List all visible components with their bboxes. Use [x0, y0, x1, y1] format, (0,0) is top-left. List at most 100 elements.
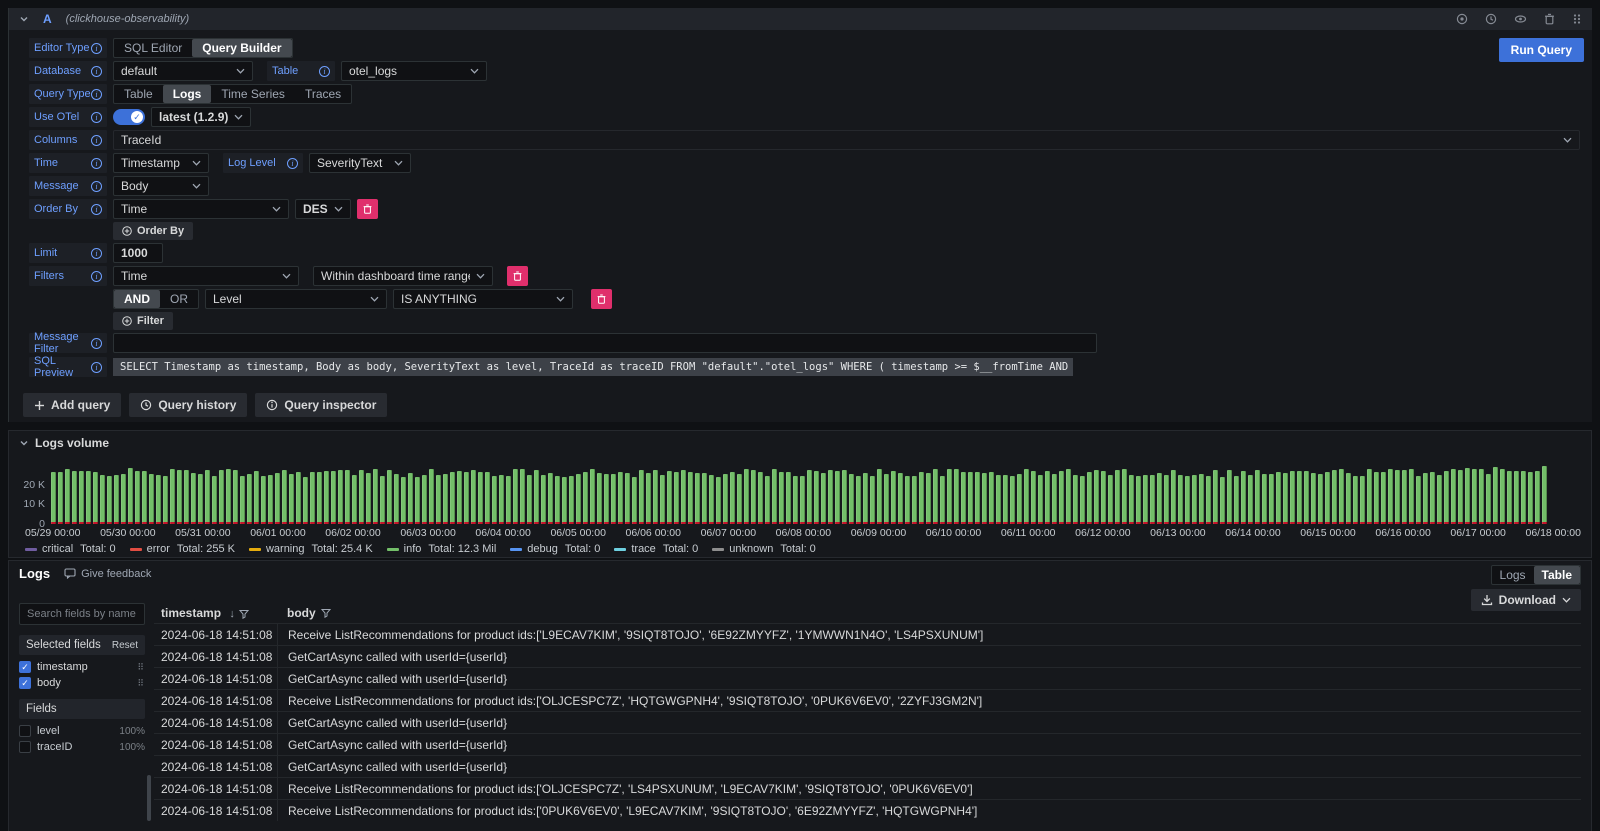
sort-desc-icon[interactable]: ↓: [229, 608, 235, 620]
message-column-select[interactable]: Body: [113, 176, 209, 196]
duplicate-query-icon[interactable]: [1456, 13, 1468, 25]
filter-field-select[interactable]: Time: [113, 266, 299, 286]
drag-handle-icon[interactable]: ⠿: [137, 664, 145, 670]
logs-volume-header[interactable]: Logs volume: [9, 431, 1591, 455]
volume-bar: [1129, 475, 1134, 524]
info-icon[interactable]: i: [91, 43, 102, 54]
legend-item-info[interactable]: infoTotal: 12.3 Mil: [387, 543, 497, 555]
order-direction-select[interactable]: DESC: [295, 199, 351, 219]
database-select[interactable]: default: [113, 61, 253, 81]
checkbox-checked[interactable]: ✓: [19, 677, 31, 689]
log-table-row[interactable]: 2024-06-18 14:51:08 Receive ListRecommen…: [154, 623, 1581, 645]
legend-item-warning[interactable]: warningTotal: 25.4 K: [249, 543, 373, 555]
filter-icon[interactable]: [321, 608, 331, 618]
view-logs-option[interactable]: Logs: [1492, 566, 1534, 584]
remove-filter2-button[interactable]: [591, 289, 612, 309]
info-icon[interactable]: i: [91, 338, 102, 349]
log-level-select[interactable]: SeverityText: [309, 153, 411, 173]
add-filter-button[interactable]: Filter: [113, 312, 173, 330]
query-type-traces[interactable]: Traces: [295, 85, 351, 103]
use-otel-toggle[interactable]: ✓: [113, 109, 145, 125]
view-table-option[interactable]: Table: [1534, 566, 1580, 584]
order-by-field-select[interactable]: Time: [113, 199, 289, 219]
info-icon[interactable]: i: [91, 248, 102, 259]
volume-bar: [247, 474, 252, 524]
info-icon[interactable]: i: [287, 158, 298, 169]
limit-label: Limiti: [29, 243, 107, 263]
volume-bar: [401, 477, 406, 524]
info-icon[interactable]: i: [91, 66, 102, 77]
remove-order-by-button[interactable]: [357, 199, 378, 219]
query-builder-option[interactable]: Query Builder: [192, 39, 291, 57]
info-icon[interactable]: i: [319, 66, 330, 77]
volume-bar: [1290, 471, 1295, 524]
log-table-row[interactable]: 2024-06-18 14:51:08 GetCartAsync called …: [154, 733, 1581, 755]
search-fields-input[interactable]: [19, 603, 145, 625]
or-option[interactable]: OR: [160, 290, 198, 308]
query-type-logs[interactable]: Logs: [163, 85, 212, 103]
log-table-row[interactable]: 2024-06-18 14:51:08 Receive ListRecommen…: [154, 689, 1581, 711]
volume-bar: [975, 472, 980, 524]
volume-bar: [772, 469, 777, 524]
legend-item-trace[interactable]: traceTotal: 0: [614, 543, 698, 555]
filter2-field-select[interactable]: Level: [205, 289, 387, 309]
hide-response-eye-icon[interactable]: [1514, 13, 1527, 25]
add-query-button[interactable]: Add query: [23, 393, 121, 417]
legend-item-error[interactable]: errorTotal: 255 K: [130, 543, 235, 555]
table-select[interactable]: otel_logs: [341, 61, 487, 81]
volume-bar: [625, 473, 630, 524]
drag-handle-icon[interactable]: [1572, 13, 1582, 25]
checkbox-unchecked[interactable]: [19, 725, 31, 737]
chevron-down-icon: [470, 68, 479, 74]
filter2-operator-select[interactable]: IS ANYTHING: [393, 289, 573, 309]
legend-item-critical[interactable]: criticalTotal: 0: [25, 543, 116, 555]
legend-color-dash: [510, 548, 522, 551]
query-history-button[interactable]: Query history: [129, 393, 247, 417]
add-order-by-button[interactable]: Order By: [113, 222, 193, 240]
reset-fields-button[interactable]: Reset: [112, 640, 138, 651]
legend-item-unknown[interactable]: unknownTotal: 0: [712, 543, 816, 555]
legend-color-dash: [130, 548, 142, 551]
and-option[interactable]: AND: [114, 290, 160, 308]
time-column-select[interactable]: Timestamp: [113, 153, 209, 173]
volume-bar: [1136, 476, 1141, 524]
log-table-row[interactable]: 2024-06-18 14:51:08 GetCartAsync called …: [154, 645, 1581, 667]
drag-handle-icon[interactable]: ⠿: [137, 680, 145, 686]
info-icon[interactable]: i: [91, 271, 102, 282]
filter-operator-select[interactable]: Within dashboard time range: [313, 266, 493, 286]
log-table-row[interactable]: 2024-06-18 14:51:08 GetCartAsync called …: [154, 711, 1581, 733]
query-type-table[interactable]: Table: [114, 85, 163, 103]
checkbox-checked[interactable]: ✓: [19, 661, 31, 673]
run-query-button[interactable]: Run Query: [1499, 38, 1584, 62]
sql-editor-option[interactable]: SQL Editor: [114, 39, 192, 57]
give-feedback-link[interactable]: Give feedback: [64, 568, 151, 580]
info-icon[interactable]: i: [91, 158, 102, 169]
body-column-header[interactable]: body: [277, 603, 1581, 623]
info-icon[interactable]: i: [91, 89, 102, 100]
message-filter-input[interactable]: [113, 333, 1097, 353]
log-table-row[interactable]: 2024-06-18 14:51:08 GetCartAsync called …: [154, 755, 1581, 777]
log-table-row[interactable]: 2024-06-18 14:51:08 GetCartAsync called …: [154, 667, 1581, 689]
query-type-timeseries[interactable]: Time Series: [211, 85, 295, 103]
info-icon[interactable]: i: [91, 112, 102, 123]
info-icon[interactable]: i: [91, 362, 102, 373]
sidebar-scrollbar[interactable]: [147, 775, 151, 821]
collapse-chevron-icon[interactable]: [19, 14, 29, 24]
info-icon[interactable]: i: [91, 204, 102, 215]
legend-item-debug[interactable]: debugTotal: 0: [510, 543, 600, 555]
log-table-row[interactable]: 2024-06-18 14:51:08 Receive ListRecommen…: [154, 777, 1581, 799]
info-icon[interactable]: i: [91, 181, 102, 192]
timestamp-column-header[interactable]: timestamp ↓: [154, 606, 277, 620]
remove-query-trash-icon[interactable]: [1544, 13, 1555, 25]
volume-bar: [723, 474, 728, 524]
filter-icon[interactable]: [239, 609, 249, 619]
limit-input[interactable]: [113, 243, 163, 263]
remove-filter-button[interactable]: [507, 266, 528, 286]
checkbox-unchecked[interactable]: [19, 741, 31, 753]
history-icon[interactable]: [1485, 13, 1497, 25]
query-inspector-button[interactable]: Query inspector: [255, 393, 387, 417]
columns-multiselect[interactable]: TraceId: [113, 130, 1580, 150]
info-icon[interactable]: i: [91, 135, 102, 146]
otel-version-select[interactable]: latest (1.2.9): [151, 107, 251, 127]
log-table-row[interactable]: 2024-06-18 14:51:08 Receive ListRecommen…: [154, 799, 1581, 821]
